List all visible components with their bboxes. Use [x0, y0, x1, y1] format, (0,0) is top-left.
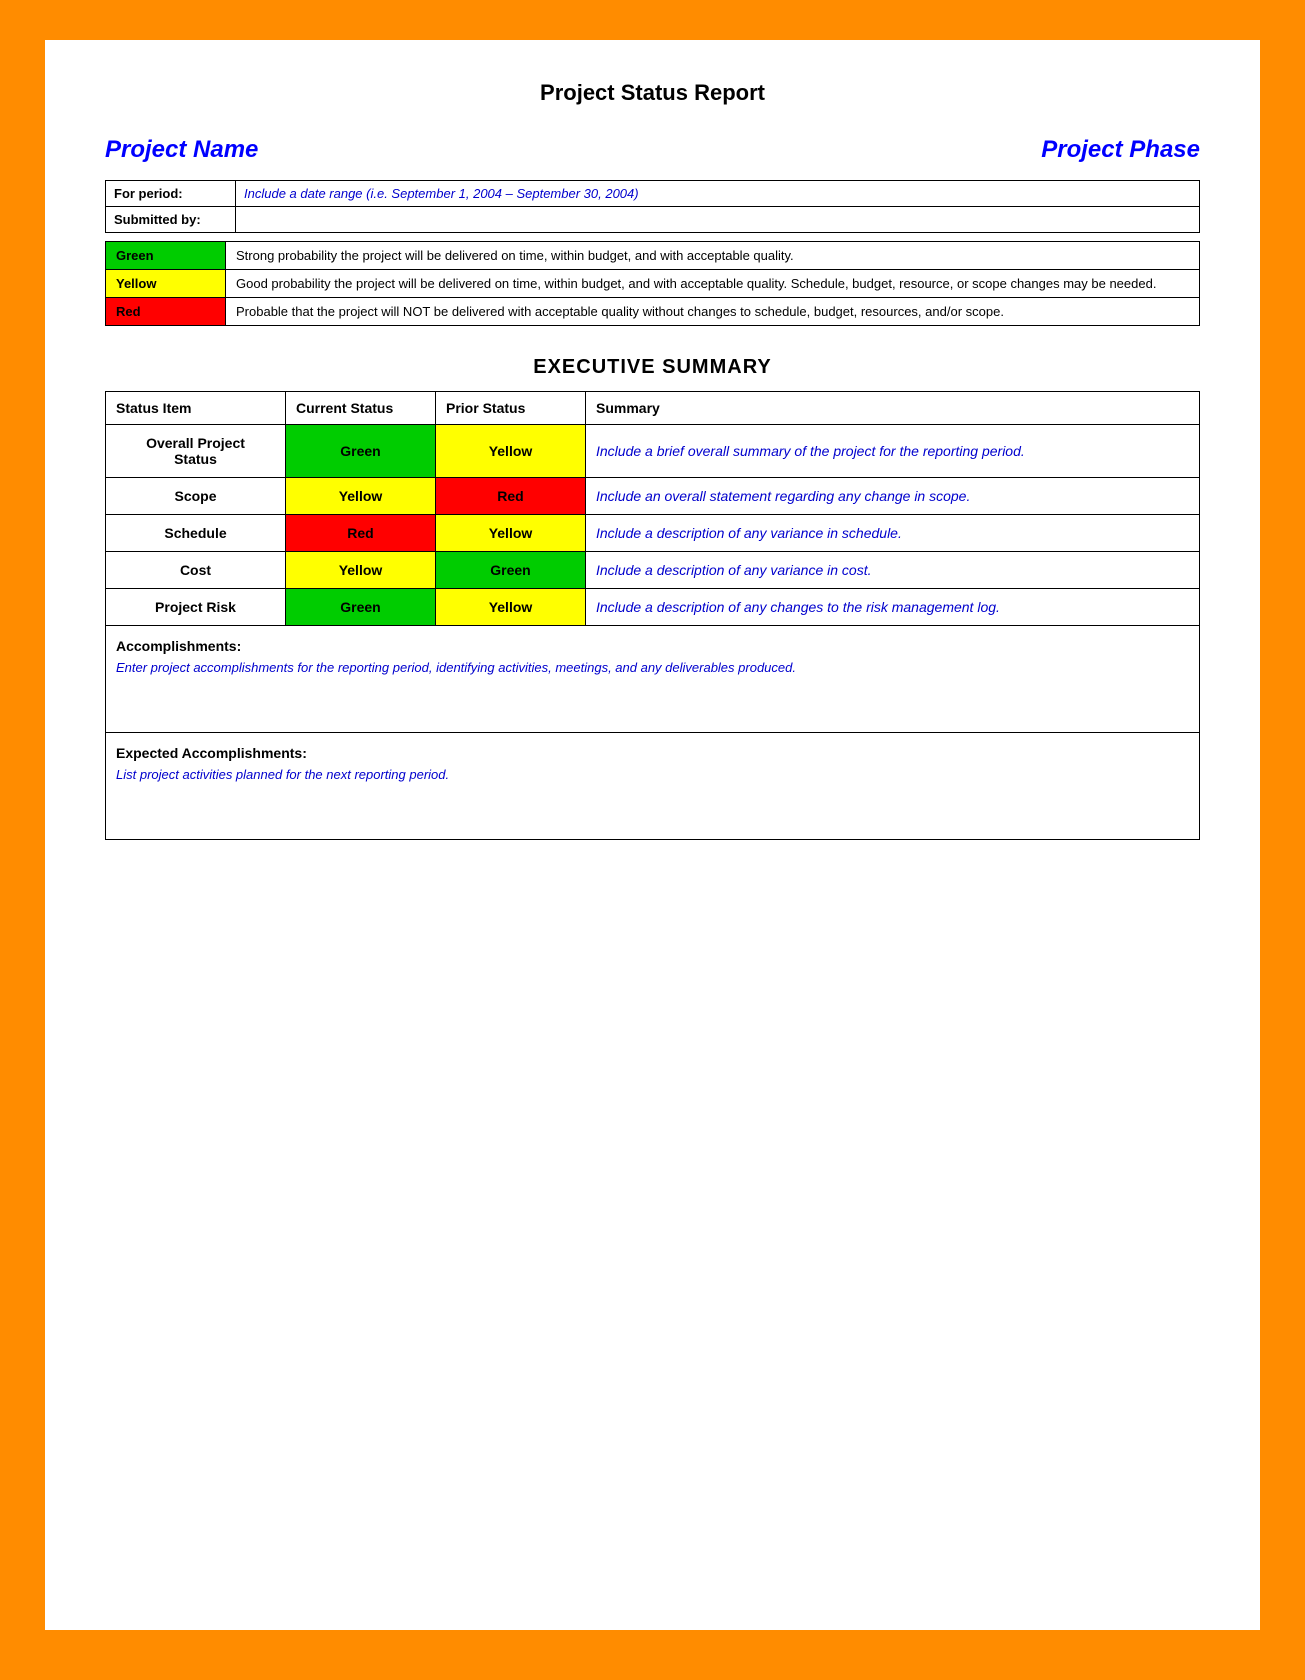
- legend-green-row: Green Strong probability the project wil…: [106, 242, 1200, 270]
- legend-yellow-status: Yellow: [106, 270, 226, 298]
- legend-green-status: Green: [106, 242, 226, 270]
- row-label-overall: Overall ProjectStatus: [106, 425, 286, 478]
- table-row: Cost Yellow Green Include a description …: [106, 552, 1200, 589]
- accomplishments-section: Accomplishments: Enter project accomplis…: [105, 626, 1200, 733]
- project-name-label: Project Name: [105, 136, 258, 164]
- page-container: Project Status Report Project Name Proje…: [45, 40, 1260, 1630]
- table-row: Overall ProjectStatus Green Yellow Inclu…: [106, 425, 1200, 478]
- expected-text[interactable]: List project activities planned for the …: [116, 767, 1189, 827]
- project-phase-label: Project Phase: [1041, 136, 1200, 164]
- legend-red-desc: Probable that the project will NOT be de…: [226, 298, 1200, 326]
- period-row: For period: Include a date range (i.e. S…: [106, 181, 1200, 207]
- row-label-schedule: Schedule: [106, 515, 286, 552]
- table-row: Schedule Red Yellow Include a descriptio…: [106, 515, 1200, 552]
- summary-overall[interactable]: Include a brief overall summary of the p…: [586, 425, 1200, 478]
- current-status-cost: Yellow: [286, 552, 436, 589]
- expected-section: Expected Accomplishments: List project a…: [105, 733, 1200, 840]
- col-status-item: Status Item: [106, 392, 286, 425]
- prior-status-cost: Green: [436, 552, 586, 589]
- row-label-scope: Scope: [106, 478, 286, 515]
- summary-cost[interactable]: Include a description of any variance in…: [586, 552, 1200, 589]
- project-header: Project Name Project Phase: [105, 136, 1200, 164]
- accomplishments-text[interactable]: Enter project accomplishments for the re…: [116, 660, 1189, 720]
- legend-yellow-row: Yellow Good probability the project will…: [106, 270, 1200, 298]
- summary-risk[interactable]: Include a description of any changes to …: [586, 589, 1200, 626]
- col-prior-status: Prior Status: [436, 392, 586, 425]
- summary-table: Status Item Current Status Prior Status …: [105, 391, 1200, 626]
- exec-summary-title: EXECUTIVE SUMMARY: [105, 356, 1200, 379]
- expected-title: Expected Accomplishments:: [116, 745, 1189, 761]
- legend-yellow-desc: Good probability the project will be del…: [226, 270, 1200, 298]
- current-status-scope: Yellow: [286, 478, 436, 515]
- row-label-risk: Project Risk: [106, 589, 286, 626]
- accomplishments-title: Accomplishments:: [116, 638, 1189, 654]
- col-current-status: Current Status: [286, 392, 436, 425]
- legend-red-status: Red: [106, 298, 226, 326]
- col-summary: Summary: [586, 392, 1200, 425]
- legend-table: Green Strong probability the project wil…: [105, 241, 1200, 326]
- prior-status-schedule: Yellow: [436, 515, 586, 552]
- current-status-schedule: Red: [286, 515, 436, 552]
- legend-green-desc: Strong probability the project will be d…: [226, 242, 1200, 270]
- current-status-risk: Green: [286, 589, 436, 626]
- current-status-overall: Green: [286, 425, 436, 478]
- table-row: Project Risk Green Yellow Include a desc…: [106, 589, 1200, 626]
- main-title: Project Status Report: [105, 80, 1200, 106]
- submitted-label: Submitted by:: [106, 207, 236, 233]
- prior-status-scope: Red: [436, 478, 586, 515]
- summary-scope[interactable]: Include an overall statement regarding a…: [586, 478, 1200, 515]
- prior-status-overall: Yellow: [436, 425, 586, 478]
- row-label-cost: Cost: [106, 552, 286, 589]
- summary-header-row: Status Item Current Status Prior Status …: [106, 392, 1200, 425]
- period-value[interactable]: Include a date range (i.e. September 1, …: [236, 181, 1200, 207]
- submitted-row: Submitted by:: [106, 207, 1200, 233]
- summary-schedule[interactable]: Include a description of any variance in…: [586, 515, 1200, 552]
- info-table: For period: Include a date range (i.e. S…: [105, 180, 1200, 233]
- period-label: For period:: [106, 181, 236, 207]
- legend-red-row: Red Probable that the project will NOT b…: [106, 298, 1200, 326]
- table-row: Scope Yellow Red Include an overall stat…: [106, 478, 1200, 515]
- submitted-value[interactable]: [236, 207, 1200, 233]
- prior-status-risk: Yellow: [436, 589, 586, 626]
